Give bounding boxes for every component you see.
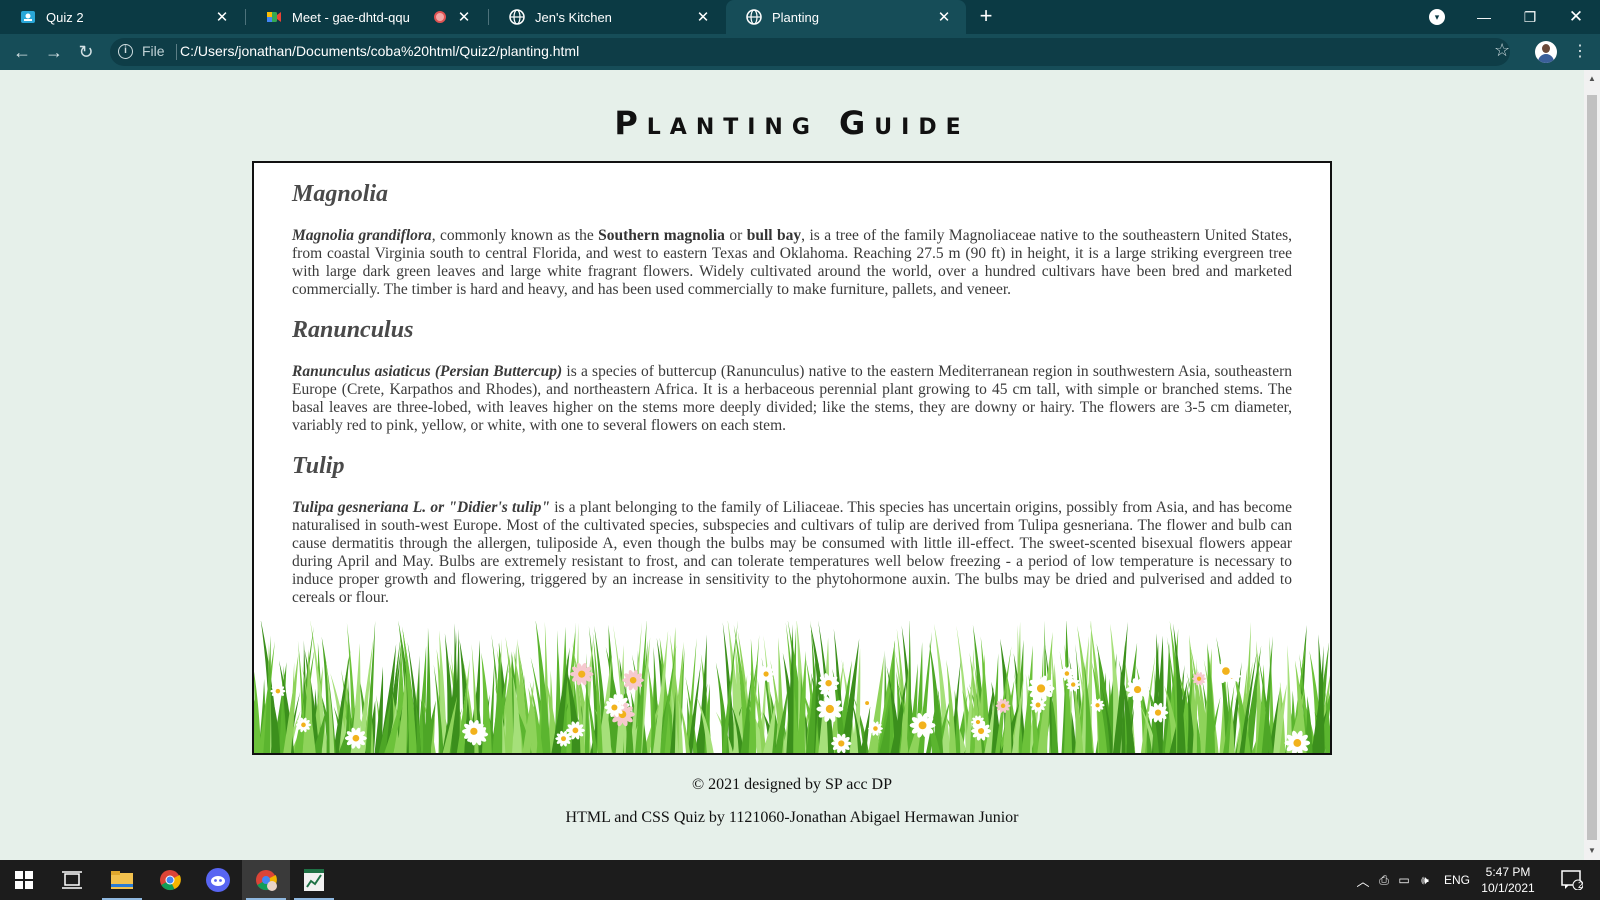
spreadsheet-icon [304,869,324,891]
discord-icon [206,868,230,892]
chrome-profile-button[interactable] [242,860,290,900]
spreadsheet-button[interactable] [290,860,338,900]
tab-planting[interactable]: Planting ✕ [726,0,966,34]
tab-search-icon[interactable]: ▾ [1429,9,1445,25]
avatar-body [1538,54,1554,63]
system-tray: ︿ ⎙ ▭ 🕪 ENG [1352,860,1470,900]
network-icon[interactable]: ▭ [1394,873,1414,887]
clock[interactable]: 5:47 PM 10/1/2021 [1478,864,1538,896]
volume-icon[interactable]: 🕪 [1414,873,1436,888]
task-view-button[interactable] [48,860,96,900]
tab-quiz-2[interactable]: Quiz 2 ✕ [0,0,244,34]
daisy-flower [1192,672,1206,686]
classroom-icon [20,9,36,25]
back-button[interactable]: ← [10,40,34,64]
scientific-name: Magnolia grandiflora [292,227,432,244]
close-icon[interactable]: ✕ [214,8,230,26]
daisy-flower [860,696,874,710]
chevron-up-icon[interactable]: ︿ [1352,871,1374,890]
tab-title: Planting [772,9,819,25]
meet-now-icon[interactable]: ⎙ [1374,873,1394,888]
reload-button[interactable]: ↻ [74,40,98,64]
scientific-name: Ranunculus asiaticus (Persian Buttercup) [292,363,563,380]
footer-quiz: HTML and CSS Quiz by 1121060-Jonathan Ab… [565,809,1019,826]
grass-blade [254,671,262,753]
forward-button[interactable]: → [42,40,66,64]
section-ranunculus: Ranunculus Ranunculus asiaticus (Persian… [292,317,1292,435]
discord-button[interactable] [194,860,242,900]
section-title: Magnolia [292,181,389,207]
clock-date: 10/1/2021 [1481,881,1535,895]
tab-meet[interactable]: Meet - gae-dhtd-qqu ✕ [246,0,486,34]
footer-credit: © 2021 designed by SP acc DP [692,776,892,793]
section-title: Ranunculus [292,317,414,343]
chrome-icon [160,870,181,891]
section-tulip: Tulip Tulipa gesneriana L. or "Didier's … [292,453,1292,607]
common-name: Southern magnolia [598,227,725,244]
tab-strip: Quiz 2 ✕ Meet - gae-dhtd-qqu ✕ Jen's Kit… [0,0,1600,34]
meet-icon [266,9,282,25]
chip-divider [176,44,177,60]
tab-title: Meet - gae-dhtd-qqu [292,9,410,25]
grass-flowers-image [254,621,1330,753]
globe-icon [509,9,525,25]
taskbar: ︿ ⎙ ▭ 🕪 ENG 5:47 PM 10/1/2021 2 [0,860,1600,900]
text-run: or [724,227,747,244]
close-icon[interactable]: ✕ [936,8,952,26]
scroll-thumb[interactable] [1587,95,1597,840]
start-button[interactable] [0,860,48,900]
section-magnolia: Magnolia Magnolia grandiflora, commonly … [292,181,1292,299]
address-bar[interactable]: i File C:/Users/jonathan/Documents/coba%… [110,38,1510,66]
bookmark-star-icon[interactable]: ☆ [1494,40,1510,61]
file-explorer-button[interactable] [98,860,146,900]
file-explorer-icon [111,871,133,889]
notification-count: 2 [1578,880,1584,890]
grass-blades [254,621,1330,753]
close-window-button[interactable]: ✕ [1556,0,1596,34]
recording-icon [434,11,446,23]
restore-button[interactable]: ❐ [1510,0,1550,34]
browser-toolbar: ← → ↻ i File C:/Users/jonathan/Documents… [0,34,1600,70]
tab-title: Quiz 2 [46,9,84,25]
page-heading: Planting Guide [614,104,970,142]
page-scrollbar[interactable]: ▲ ▼ [1584,70,1600,860]
scroll-up-arrow[interactable]: ▲ [1587,74,1597,83]
url-text[interactable]: C:/Users/jonathan/Documents/coba%20html/… [180,43,579,59]
menu-icon[interactable]: ⋮ [1572,42,1588,62]
page-viewport: Planting Guide Magnolia Magnolia grandif… [0,70,1584,860]
chrome-button[interactable] [146,860,194,900]
scientific-name: Tulipa gesneriana L. or "Didier's tulip" [292,499,550,516]
tab-jens-kitchen[interactable]: Jen's Kitchen ✕ [489,0,725,34]
content-card: Magnolia Magnolia grandiflora, commonly … [252,161,1332,755]
profile-avatar[interactable] [1535,41,1557,63]
close-icon[interactable]: ✕ [456,8,472,26]
text-run: , commonly known as the [431,227,599,244]
globe-icon [746,9,762,25]
tab-title: Jen's Kitchen [535,9,612,25]
language-indicator[interactable]: ENG [1444,873,1470,887]
close-icon[interactable]: ✕ [695,8,711,26]
info-icon[interactable]: i [118,44,133,59]
notification-button[interactable]: 2 [1550,860,1594,900]
scroll-down-arrow[interactable]: ▼ [1587,846,1597,855]
start-icon [15,871,33,889]
new-tab-button[interactable]: + [974,5,998,29]
section-title: Tulip [292,453,345,479]
section-paragraph: Ranunculus asiaticus (Persian Buttercup)… [292,363,1292,435]
clock-time: 5:47 PM [1485,865,1531,879]
avatar-head [1542,44,1550,53]
section-paragraph: Magnolia grandiflora, commonly known as … [292,227,1292,299]
task-view-icon [62,871,82,889]
common-name: bull bay [746,227,802,244]
minimize-button[interactable]: — [1464,0,1504,34]
chrome-profile-icon [256,870,277,891]
scheme-chip: File [142,43,165,59]
section-paragraph: Tulipa gesneriana L. or "Didier's tulip"… [292,499,1292,607]
